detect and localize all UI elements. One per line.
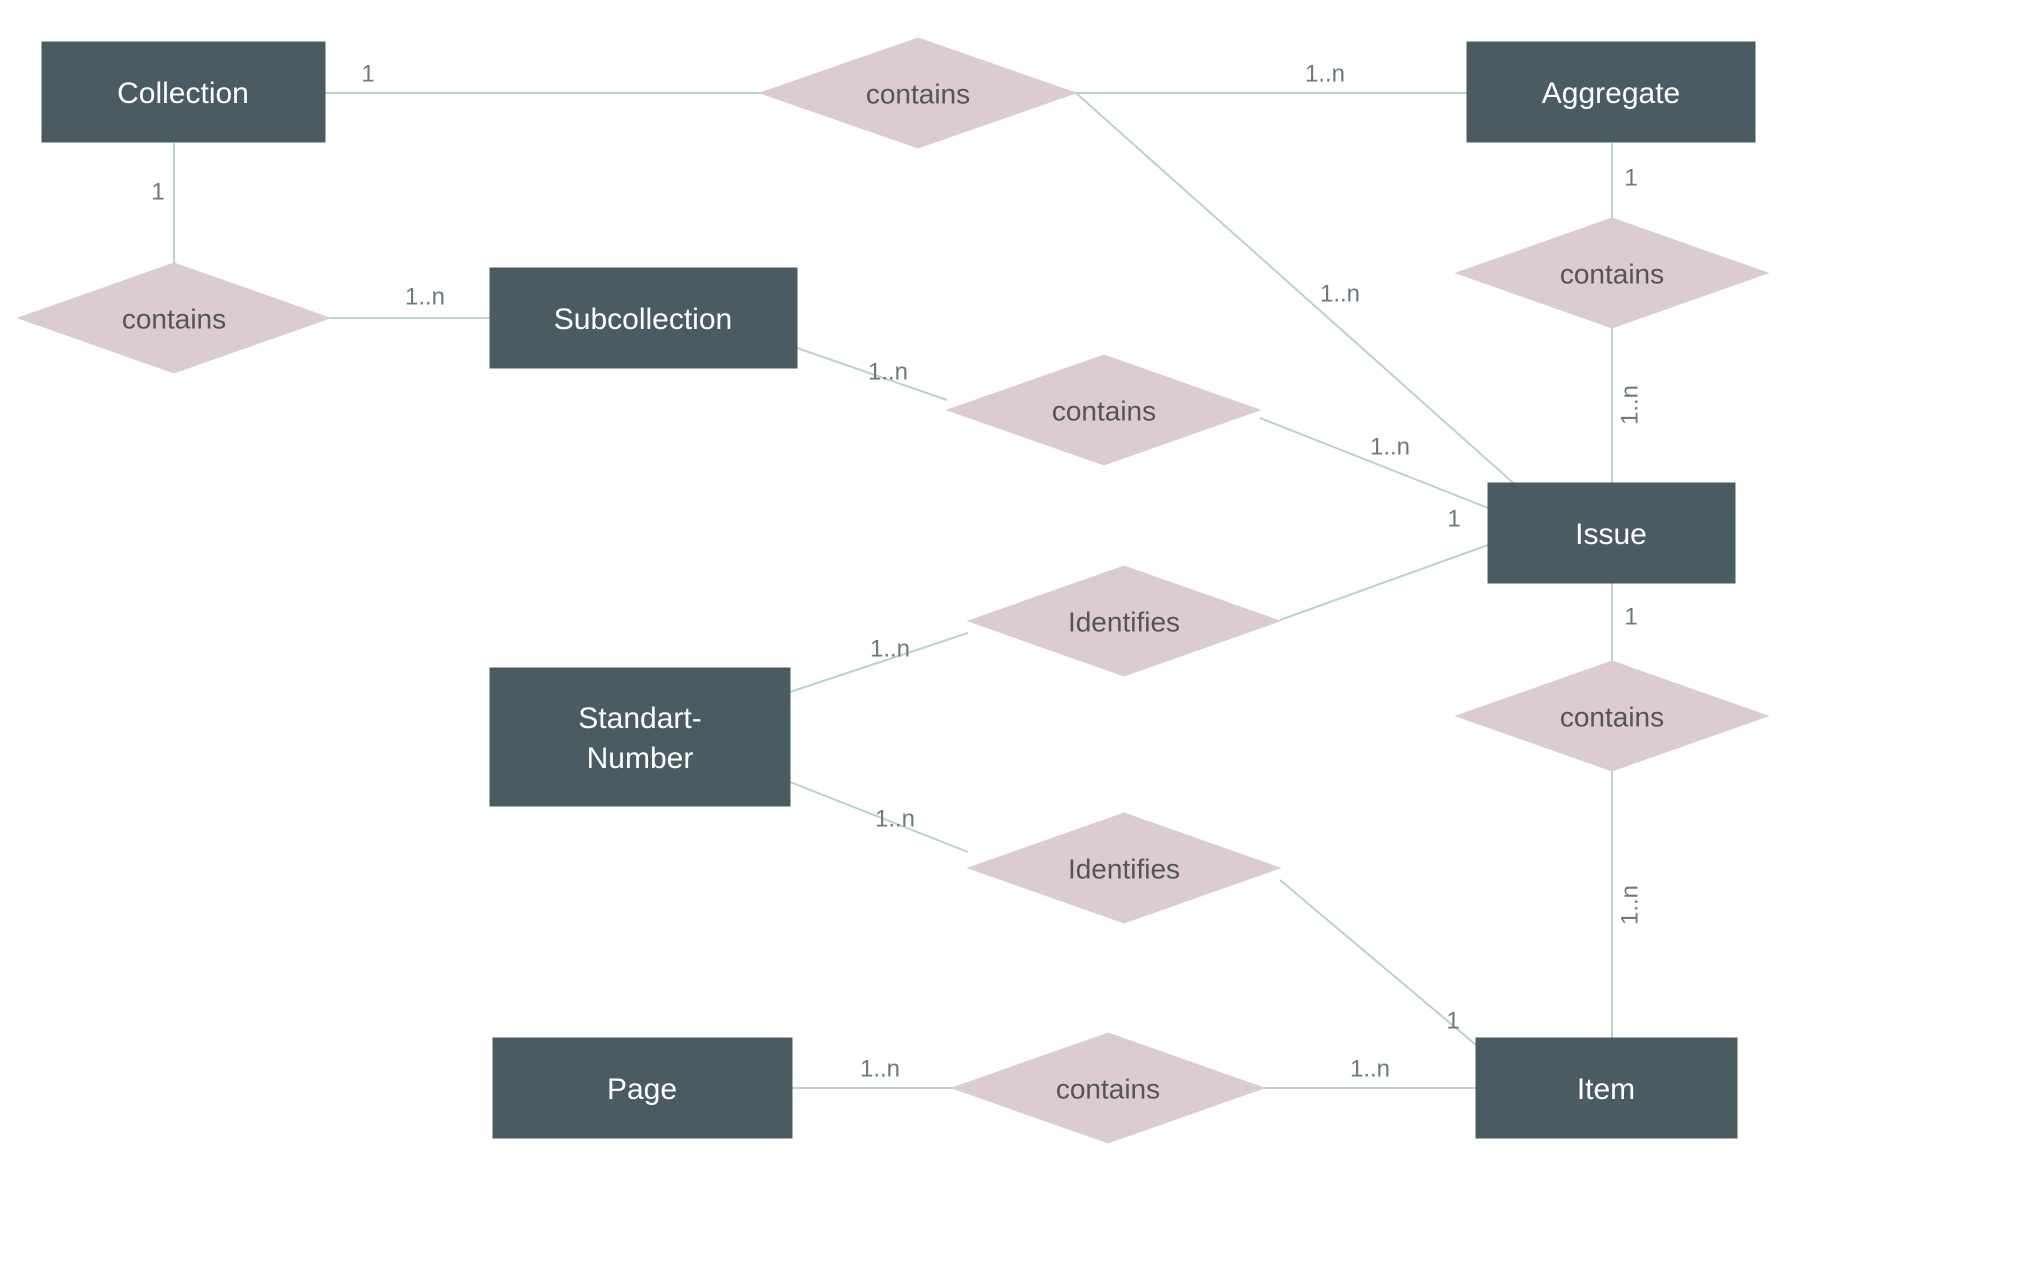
card-contains1-aggregate: 1..n [1305, 60, 1345, 87]
relation-identifies-bottom: Identifies [968, 813, 1280, 923]
entity-standart-number-label1: Standart- [578, 702, 701, 735]
card-subcollection-contains3: 1..n [868, 358, 908, 385]
card-contains2-subcollection: 1..n [405, 283, 445, 310]
card-collection-contains1: 1 [361, 60, 374, 87]
entity-item: Item [1476, 1038, 1737, 1138]
entity-subcollection: Subcollection [490, 268, 797, 368]
card-identifies2-item: 1 [1446, 1007, 1459, 1034]
relation-contains-top-label: contains [866, 78, 970, 109]
relation-contains-bottom: contains [952, 1033, 1264, 1143]
relation-contains-left: contains [18, 263, 330, 373]
relation-contains-bottom-label: contains [1056, 1073, 1160, 1104]
relation-identifies-top-label: Identifies [1068, 606, 1180, 637]
entity-collection: Collection [42, 42, 325, 142]
relation-contains-left-label: contains [122, 303, 226, 334]
relation-contains-mid: contains [947, 355, 1260, 465]
entity-collection-label: Collection [117, 77, 249, 110]
entity-page: Page [493, 1038, 792, 1138]
entity-standart-number: Standart- Number [490, 668, 790, 806]
card-collection-contains2: 1 [151, 178, 164, 205]
edge-contains3-issue [1260, 418, 1488, 508]
card-identifies1-issue: 1 [1447, 505, 1460, 532]
card-standart-identifies2: 1..n [875, 805, 915, 832]
card-aggregate-contains4: 1 [1624, 164, 1637, 191]
card-standart-identifies1: 1..n [870, 635, 910, 662]
entity-subcollection-label: Subcollection [554, 303, 732, 336]
entity-issue-label: Issue [1575, 518, 1647, 551]
card-contains3-issue: 1..n [1370, 433, 1410, 460]
card-issue-contains5: 1 [1624, 603, 1637, 630]
relation-contains-right-top-label: contains [1560, 258, 1664, 289]
card-contains4-issue: 1..n [1616, 385, 1643, 425]
entity-aggregate: Aggregate [1467, 42, 1755, 142]
relation-contains-mid-label: contains [1052, 395, 1156, 426]
relation-contains-right-top: contains [1456, 218, 1768, 328]
entity-item-label: Item [1577, 1073, 1635, 1106]
entity-issue: Issue [1488, 483, 1735, 583]
entity-standart-number-label2: Number [587, 742, 694, 775]
relation-identifies-bottom-label: Identifies [1068, 853, 1180, 884]
entity-aggregate-label: Aggregate [1542, 77, 1680, 110]
relation-contains-right-mid-label: contains [1560, 701, 1664, 732]
card-contains6-item: 1..n [1350, 1055, 1390, 1082]
edge-identifies1-issue [1280, 545, 1488, 620]
relation-identifies-top: Identifies [968, 566, 1280, 676]
card-contains1-issue: 1..n [1320, 280, 1360, 307]
card-page-contains6: 1..n [860, 1055, 900, 1082]
entity-page-label: Page [607, 1073, 677, 1106]
relation-contains-right-mid: contains [1456, 661, 1768, 771]
card-contains5-item: 1..n [1616, 885, 1643, 925]
relation-contains-top: contains [760, 38, 1076, 148]
